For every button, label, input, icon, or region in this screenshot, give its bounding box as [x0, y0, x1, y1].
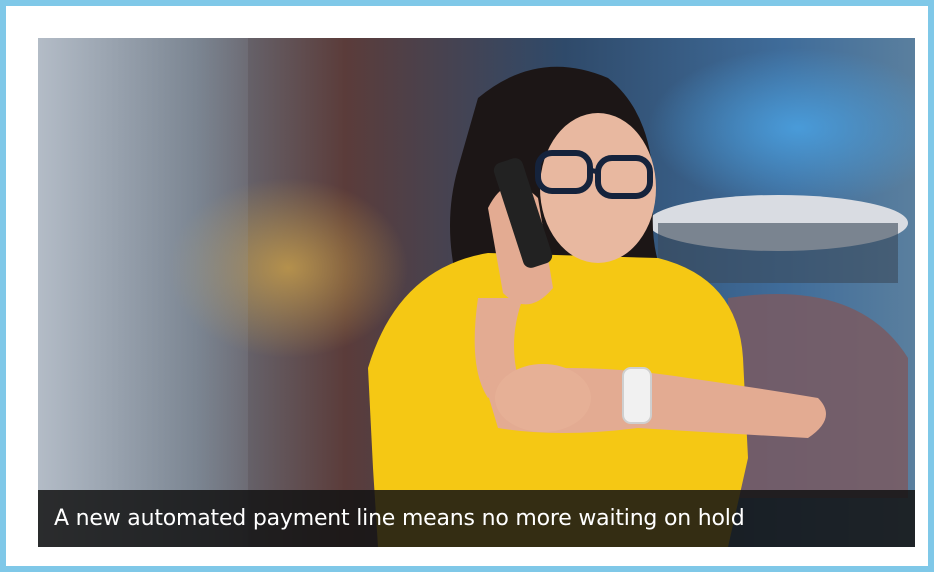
woman-on-phone-photo: [38, 38, 915, 547]
caption-text: A new automated payment line means no mo…: [54, 506, 745, 531]
hero-image[interactable]: A new automated payment line means no mo…: [38, 38, 915, 547]
caption-bar[interactable]: A new automated payment line means no mo…: [38, 490, 915, 547]
article-card-frame: A new automated payment line means no mo…: [0, 0, 934, 572]
